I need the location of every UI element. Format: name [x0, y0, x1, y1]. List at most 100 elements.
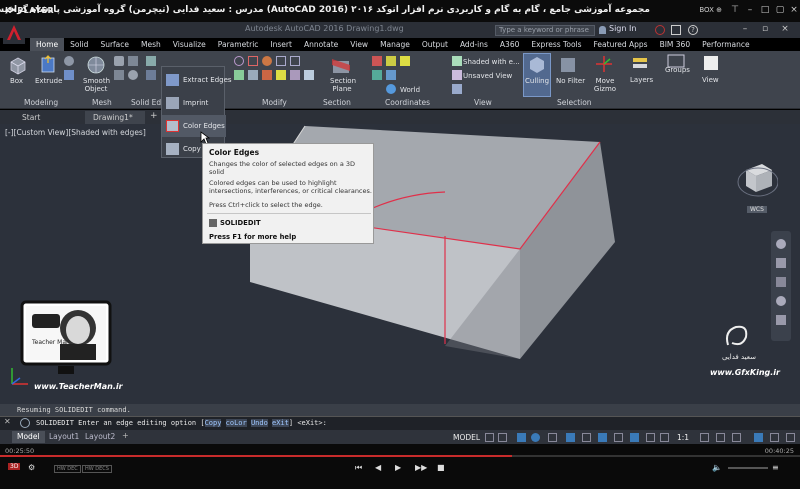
ortho-icon[interactable] [517, 433, 526, 442]
union-icon[interactable] [146, 56, 156, 66]
ucs-z-icon[interactable] [372, 70, 382, 80]
tab-featured-apps[interactable]: Featured Apps [588, 38, 654, 51]
command-prompt[interactable]: SOLIDEDIT Enter an edge editing option [… [36, 419, 327, 427]
search-input[interactable]: Type a keyword or phrase [495, 25, 595, 36]
visual-style-dropdown[interactable]: Shaded with e... [463, 58, 520, 66]
layout-tab-model[interactable]: Model [12, 431, 45, 443]
selection-filter-icon[interactable] [630, 433, 639, 442]
tab-express-tools[interactable]: Express Tools [525, 38, 587, 51]
groups-button[interactable]: Groups [665, 66, 690, 74]
annotation-scale[interactable]: 1:1 [677, 433, 689, 442]
tab-add-ins[interactable]: Add-ins [454, 38, 494, 51]
workspace-icon[interactable] [700, 433, 709, 442]
isodraft-icon[interactable] [548, 433, 557, 442]
grid-icon[interactable] [485, 433, 494, 442]
previous-icon[interactable]: ⏮ [355, 463, 362, 473]
subtract-icon[interactable] [146, 70, 156, 80]
menu-extract-edges[interactable]: Extract Edges [162, 69, 232, 91]
snap-icon[interactable] [498, 433, 507, 442]
showmotion-icon[interactable] [776, 315, 786, 325]
isolate-objects-icon[interactable] [754, 433, 763, 442]
move-icon[interactable] [234, 56, 244, 66]
option-color[interactable]: coLor [225, 419, 247, 427]
erase-icon[interactable] [290, 70, 300, 80]
model-space-toggle[interactable]: MODEL [453, 433, 480, 442]
viewcube[interactable] [736, 158, 778, 210]
zoom-extents-icon[interactable] [776, 277, 786, 287]
sphere-icon[interactable] [64, 56, 74, 66]
play-icon[interactable]: ▶ [395, 463, 401, 472]
maximize-icon[interactable]: ▢ [775, 4, 785, 16]
panel-view[interactable]: View [474, 98, 492, 107]
ucs-origin-icon[interactable] [386, 56, 396, 66]
pin-icon[interactable]: ⊤ [730, 4, 740, 16]
viewport-config-icon[interactable] [452, 84, 462, 94]
tab-home[interactable]: Home [30, 38, 65, 51]
clean-screen-icon[interactable] [770, 433, 779, 442]
move-gizmo-icon[interactable] [594, 54, 614, 74]
option-copy[interactable]: Copy [204, 419, 222, 427]
layers-button[interactable]: Layers [630, 76, 653, 84]
no-filter-button[interactable]: No Filter [556, 77, 585, 85]
array-icon[interactable] [290, 56, 300, 66]
restore-icon[interactable]: □ [760, 4, 770, 16]
exchange-icon[interactable] [655, 25, 665, 35]
orbit-icon[interactable] [776, 296, 786, 306]
wcs-label[interactable]: WCS [747, 206, 767, 213]
tab-annotate[interactable]: Annotate [298, 38, 344, 51]
mesh-cone-icon[interactable] [114, 70, 124, 80]
settings-icon[interactable]: ⚙ [28, 463, 35, 472]
mesh-box-icon[interactable] [114, 56, 124, 66]
panel-selection[interactable]: Selection [557, 98, 592, 107]
extrude-button[interactable]: Extrude [35, 77, 62, 85]
tab-surface[interactable]: Surface [94, 38, 135, 51]
add-layout-button[interactable]: + [122, 431, 129, 440]
layers-icon[interactable] [630, 54, 650, 74]
layout-tab-layout1[interactable]: Layout1 [44, 431, 84, 443]
panel-section[interactable]: Section [323, 98, 351, 107]
units-icon[interactable] [732, 433, 741, 442]
3d-button[interactable]: 3D [8, 463, 21, 470]
tab-view[interactable]: View [344, 38, 374, 51]
panel-modeling[interactable]: Modeling [24, 98, 58, 107]
box-button[interactable]: Box [10, 77, 23, 85]
solid-model[interactable] [0, 124, 800, 404]
mirror-icon[interactable] [276, 56, 286, 66]
tab-a360[interactable]: A360 [494, 38, 525, 51]
stretch-icon[interactable] [234, 70, 244, 80]
volume-icon[interactable]: 🔈 [712, 463, 722, 472]
close-icon[interactable]: × [789, 4, 799, 16]
tab-insert[interactable]: Insert [264, 38, 298, 51]
smooth-object-button[interactable]: Smooth Object [83, 77, 110, 93]
mesh-sphere-icon[interactable] [128, 70, 138, 80]
move-gizmo-button[interactable]: Move Gizmo [592, 77, 618, 93]
playlist-icon[interactable]: ≡ [772, 463, 779, 472]
object-snap-icon[interactable] [582, 433, 591, 442]
offset-icon[interactable] [262, 70, 272, 80]
tab-visualize[interactable]: Visualize [167, 38, 212, 51]
help-icon[interactable]: ? [688, 25, 698, 35]
sign-in-link[interactable]: Sign In [609, 24, 636, 33]
pan-icon[interactable] [776, 258, 786, 268]
ucs-3point-icon[interactable] [386, 70, 396, 80]
tab-parametric[interactable]: Parametric [212, 38, 265, 51]
explode-icon[interactable] [304, 70, 314, 80]
application-menu-button[interactable] [3, 22, 25, 44]
customize-command-icon[interactable] [20, 418, 30, 428]
view-icon[interactable] [701, 53, 721, 73]
annotation-monitor-icon[interactable] [716, 433, 725, 442]
ucs-object-icon[interactable] [400, 56, 410, 66]
close-command-line-icon[interactable]: ✕ [4, 417, 11, 426]
menu-color-edges[interactable]: Color Edges [162, 115, 226, 137]
sign-in-icon[interactable] [599, 26, 606, 34]
acad-minimize-icon[interactable]: – [740, 23, 750, 35]
polar-icon[interactable] [531, 433, 540, 442]
customization-icon[interactable] [786, 433, 795, 442]
layout-tab-layout2[interactable]: Layout2 [80, 431, 120, 443]
acad-restore-icon[interactable]: ▫ [760, 23, 770, 35]
panel-modify[interactable]: Modify [262, 98, 287, 107]
panel-coordinates[interactable]: Coordinates [385, 98, 430, 107]
volume-slider[interactable] [728, 467, 768, 469]
option-undo[interactable]: Undo [250, 419, 268, 427]
new-tab-button[interactable]: + [150, 111, 158, 121]
